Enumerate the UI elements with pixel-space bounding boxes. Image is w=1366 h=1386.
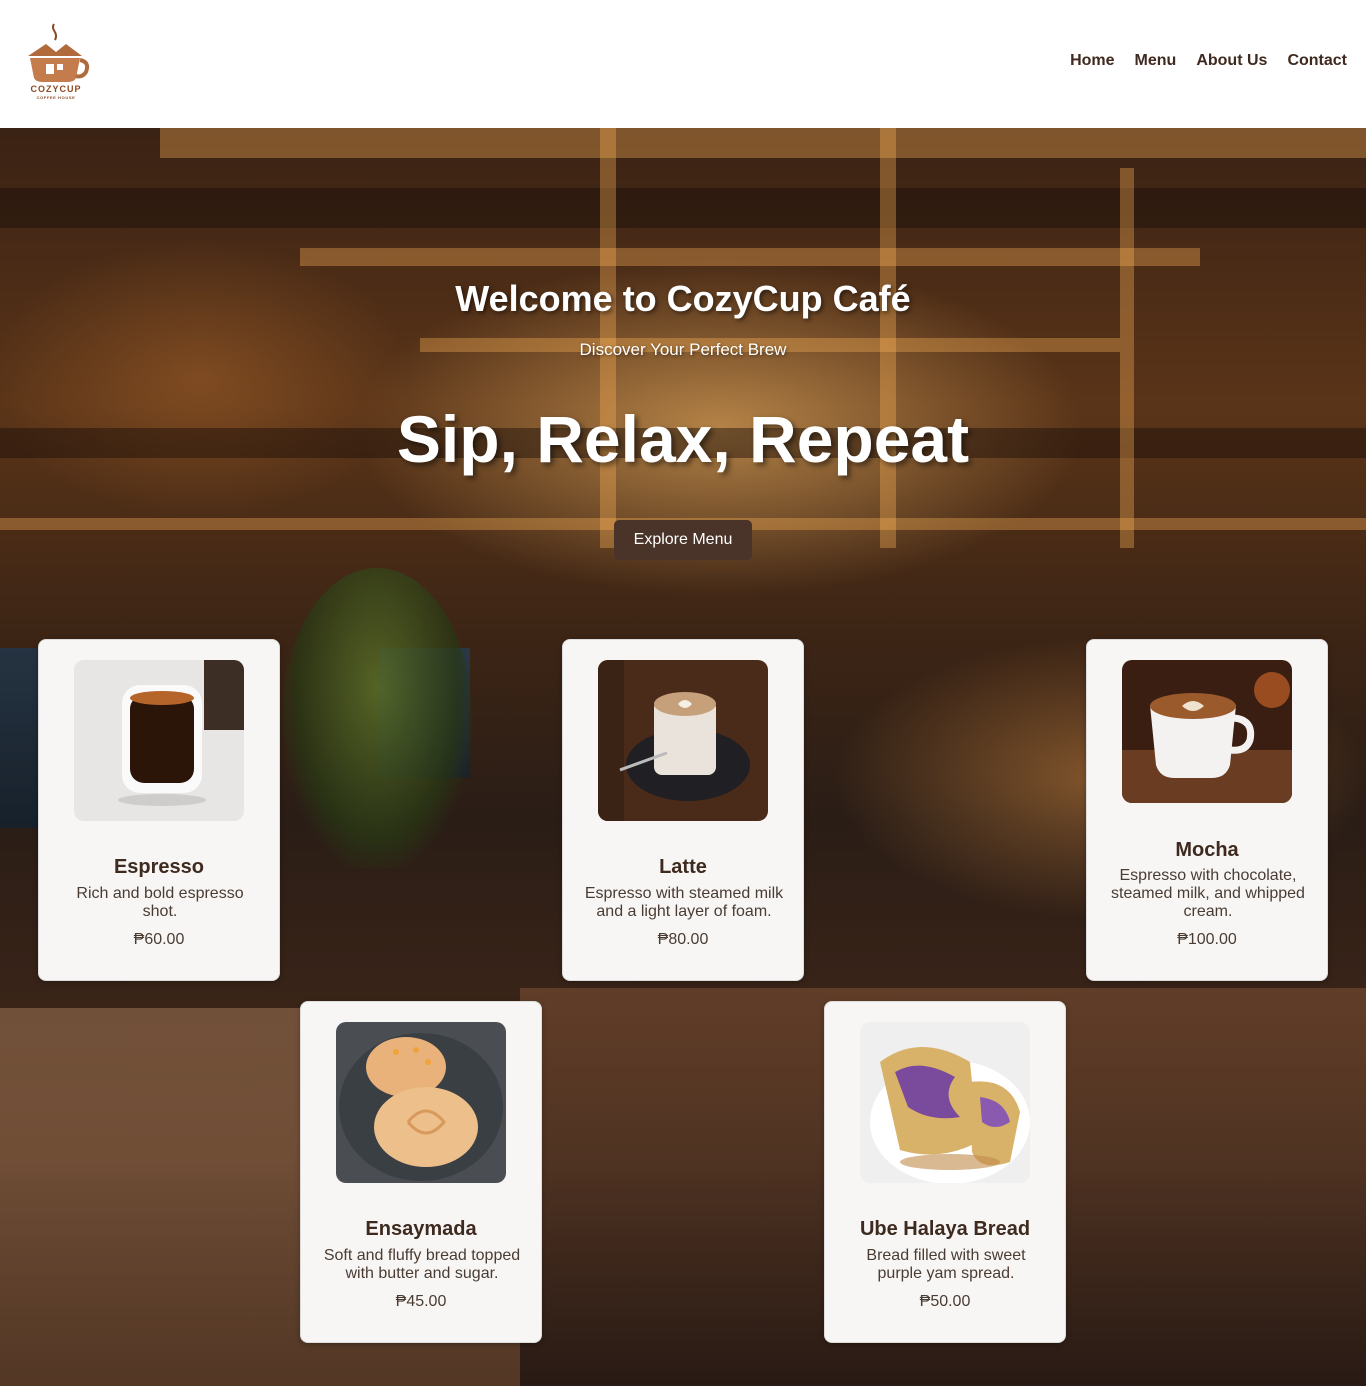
nav-contact-link[interactable]: Contact [1287, 52, 1347, 70]
hero-subtitle: Discover Your Perfect Brew [579, 340, 787, 359]
explore-menu-button[interactable]: Explore Menu [614, 520, 752, 560]
mocha-cup-image [1122, 660, 1292, 803]
espresso-cup-image [74, 660, 244, 821]
menu-card-espresso[interactable]: Espresso Rich and bold espresso shot. ₱6… [38, 639, 280, 981]
menu-item-description: Bread filled with sweet purple yam sprea… [866, 1247, 1026, 1282]
menu-card-mocha[interactable]: Mocha Espresso with chocolate, steamed m… [1086, 639, 1328, 981]
hero-section: Welcome to CozyCup Café Discover Your Pe… [0, 128, 1366, 1386]
logo-subtitle: COFFEE HOUSE [36, 95, 76, 100]
site-header: COZYCUP COFFEE HOUSE Home Menu About Us … [0, 0, 1366, 128]
menu-item-price: ₱80.00 [657, 931, 709, 948]
menu-card-ube-halaya-bread[interactable]: Ube Halaya Bread Bread filled with sweet… [824, 1001, 1066, 1343]
ensaymada-bread-image [336, 1022, 506, 1183]
ube-bread-image [860, 1022, 1030, 1183]
hero-title: Welcome to CozyCup Café [455, 278, 911, 319]
coffee-house-cup-icon [28, 23, 90, 82]
cozycup-logo[interactable]: COZYCUP COFFEE HOUSE [22, 22, 90, 106]
latte-glass-image [598, 660, 768, 821]
menu-item-description: Soft and fluffy bread topped with butter… [323, 1247, 521, 1282]
nav-menu-link[interactable]: Menu [1135, 52, 1177, 70]
menu-item-name: Espresso [113, 856, 205, 878]
menu-item-description: Espresso with chocolate, steamed milk, a… [1111, 867, 1305, 920]
menu-card-ensaymada[interactable]: Ensaymada Soft and fluffy bread topped w… [300, 1001, 542, 1343]
hero-tagline: Sip, Relax, Repeat [396, 402, 970, 476]
nav-home-link[interactable]: Home [1070, 52, 1114, 70]
menu-item-name: Mocha [1175, 839, 1239, 861]
menu-item-name: Latte [659, 856, 707, 878]
menu-item-price: ₱50.00 [919, 1293, 971, 1310]
menu-item-price: ₱60.00 [133, 931, 185, 948]
nav-about-link[interactable]: About Us [1196, 52, 1267, 70]
menu-item-description: Rich and bold espresso shot. [76, 885, 244, 920]
logo-name: COZYCUP [30, 84, 82, 94]
menu-item-description: Espresso with steamed milk and a light l… [584, 885, 784, 920]
main-nav: Home Menu About Us Contact [1070, 52, 1347, 70]
menu-item-name: Ensaymada [365, 1218, 477, 1240]
menu-card-latte[interactable]: Latte Espresso with steamed milk and a l… [562, 639, 804, 981]
menu-item-price: ₱45.00 [395, 1293, 447, 1310]
menu-item-name: Ube Halaya Bread [859, 1218, 1031, 1240]
menu-item-price: ₱100.00 [1177, 931, 1237, 948]
